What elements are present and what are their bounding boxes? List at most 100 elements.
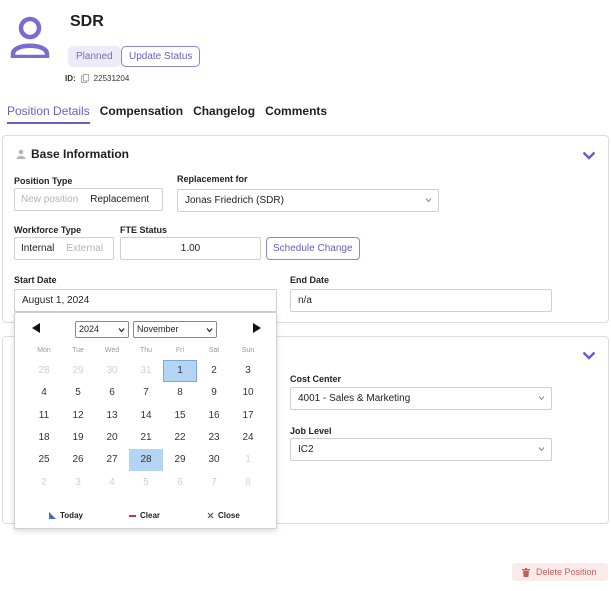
today-button[interactable]: Today [49,511,83,520]
workforce-type-toggle: Internal External [14,237,114,260]
calendar-day[interactable]: 8 [231,472,265,494]
start-date-input[interactable]: August 1, 2024 [14,289,277,312]
next-month-icon[interactable] [253,323,261,333]
calendar-day[interactable]: 25 [27,449,61,471]
cost-center-label: Cost Center [290,374,342,384]
minus-icon [129,514,136,517]
year-select[interactable]: 2024 [75,321,129,338]
calendar-day[interactable]: 22 [163,427,197,449]
fte-status-input[interactable]: 1.00 [120,237,261,260]
calendar-day[interactable]: 9 [197,382,231,404]
start-date-label: Start Date [14,275,57,285]
calendar-day[interactable]: 3 [231,360,265,382]
calendar-day[interactable]: 2 [27,472,61,494]
status-badge: Planned [68,46,121,67]
calendar-day[interactable]: 18 [27,427,61,449]
chevron-down-icon[interactable] [582,351,596,360]
calendar-day[interactable]: 21 [129,427,163,449]
date-picker-popup: 2024 November Mon Tue Wed Thu Fri Sat Sun 28 29 3… [14,312,277,529]
calendar-day[interactable]: 6 [95,382,129,404]
calendar-day[interactable]: 4 [27,382,61,404]
weekday-header: Fri [175,347,185,354]
calendar-day[interactable]: 13 [95,405,129,427]
workforce-external-option[interactable]: External [60,238,109,259]
replacement-for-select[interactable]: Jonas Friedrich (SDR) [177,189,439,212]
calendar-day[interactable]: 27 [95,449,129,471]
calendar-day[interactable]: 12 [61,405,95,427]
calendar-day[interactable]: 5 [129,472,163,494]
chevron-down-icon[interactable] [582,151,596,160]
weekday-header: Sun [241,347,255,354]
job-level-label: Job Level [290,426,332,436]
close-button[interactable]: Close [207,511,240,520]
delete-position-button[interactable]: Delete Position [512,563,608,581]
calendar-day[interactable]: 3 [61,472,95,494]
weekday-header: Sat [208,347,220,354]
select-chevron-icon [425,198,432,203]
year-value: 2024 [79,324,100,334]
select-chevron-icon [118,328,125,333]
calendar-day[interactable]: 30 [95,360,129,382]
calendar-day[interactable]: 23 [197,427,231,449]
month-select[interactable]: November [133,321,217,338]
previous-month-icon[interactable] [32,323,40,333]
tab-compensation[interactable]: Compensation [100,104,183,124]
calendar-day[interactable]: 17 [231,405,265,427]
calendar-day[interactable]: 30 [197,449,231,471]
calendar-day[interactable]: 2 [197,360,231,382]
position-id: ID: 22531204 [65,74,129,83]
calendar-day[interactable]: 29 [61,360,95,382]
calendar-day[interactable]: 28 [129,449,163,472]
calendar-day[interactable]: 4 [95,472,129,494]
cost-center-select[interactable]: 4001 - Sales & Marketing [290,387,552,410]
copy-icon[interactable] [80,74,89,83]
workforce-type-label: Workforce Type [14,225,82,235]
calendar-day[interactable]: 10 [231,382,265,404]
tab-comments[interactable]: Comments [265,104,327,124]
close-icon [207,512,214,519]
position-type-new-option[interactable]: New position [15,189,84,210]
close-label: Close [218,511,240,520]
trash-icon [522,567,530,577]
calendar-day[interactable]: 16 [197,405,231,427]
base-information-title: Base Information [31,147,130,161]
calendar-day[interactable]: 7 [197,472,231,494]
id-value: 22531204 [93,74,130,83]
person-icon [16,149,26,159]
calendar-day[interactable]: 31 [129,360,163,382]
workforce-internal-option[interactable]: Internal [15,238,60,259]
tab-position-details[interactable]: Position Details [7,104,90,124]
replacement-for-label: Replacement for [177,174,248,184]
delete-position-label: Delete Position [536,567,597,577]
clear-button[interactable]: Clear [129,511,160,520]
calendar-day[interactable]: 7 [129,382,163,404]
calendar-day[interactable]: 24 [231,427,265,449]
replacement-for-value: Jonas Friedrich (SDR) [185,195,284,206]
calendar-day[interactable]: 1 [231,449,265,471]
schedule-change-button[interactable]: Schedule Change [266,237,360,260]
position-type-replacement-option[interactable]: Replacement [84,189,155,210]
calendar-day[interactable]: 28 [27,360,61,382]
calendar-day[interactable]: 1 [163,360,197,382]
user-avatar-icon [10,16,50,58]
calendar-day[interactable]: 19 [61,427,95,449]
calendar-day[interactable]: 26 [61,449,95,471]
calendar-day[interactable]: 11 [27,405,61,427]
job-level-select[interactable]: IC2 [290,438,552,461]
calendar-day[interactable]: 6 [163,472,197,494]
base-information-header[interactable]: Base Information [16,147,129,161]
update-status-button[interactable]: Update Status [121,46,201,67]
select-chevron-icon [538,447,545,452]
calendar-day[interactable]: 29 [163,449,197,471]
calendar-day[interactable]: 8 [163,382,197,404]
weekday-header: Thu [139,347,153,354]
calendar-day[interactable]: 5 [61,382,95,404]
end-date-label: End Date [290,275,330,285]
calendar-day[interactable]: 20 [95,427,129,449]
weekday-header: Wed [104,347,120,354]
end-date-input[interactable]: n/a [290,289,552,312]
calendar-day[interactable]: 15 [163,405,197,427]
today-icon [49,512,56,519]
calendar-day[interactable]: 14 [129,405,163,427]
tab-changelog[interactable]: Changelog [193,104,255,124]
